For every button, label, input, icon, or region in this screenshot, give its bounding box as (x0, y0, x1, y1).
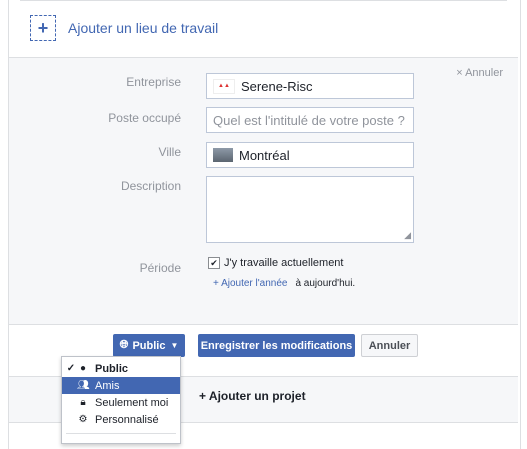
friends-icon: 👥︎ (77, 380, 90, 391)
add-workplace-row[interactable]: + Ajouter un lieu de travail (30, 15, 218, 41)
currently-working-row[interactable]: ✔ J'y travaille actuellement (208, 257, 344, 269)
privacy-option-friends[interactable]: 👥︎ Amis (62, 377, 180, 394)
company-logo-icon: ▲▲ (213, 78, 235, 94)
save-changes-button[interactable]: Enregistrer les modifications (198, 334, 355, 357)
privacy-button-label: Public (132, 339, 166, 352)
privacy-option-label: Amis (95, 379, 120, 392)
resize-handle-icon[interactable]: ◢ (404, 231, 411, 240)
globe-icon: ● (79, 363, 87, 374)
city-photo-icon (213, 148, 233, 162)
currently-working-label: J'y travaille actuellement (224, 257, 344, 269)
privacy-dropdown-menu: ✓ ● Public 👥︎ Amis 🔒︎ Seulement moi ⚙︎ P… (61, 356, 181, 444)
company-label: Entreprise (126, 75, 181, 89)
city-label: Ville (158, 145, 181, 159)
period-year-row: + Ajouter l'année à aujourd'hui. (213, 278, 355, 289)
workplace-form: × Annuler Entreprise ▲▲ Serene-Risc Post… (9, 57, 518, 325)
add-year-link[interactable]: + Ajouter l'année (213, 278, 287, 289)
company-field[interactable]: ▲▲ Serene-Risc (206, 73, 414, 99)
privacy-option-public[interactable]: ✓ ● Public (62, 360, 180, 377)
checkmark-icon: ✓ (66, 363, 76, 374)
description-label: Description (120, 179, 181, 193)
menu-divider (66, 433, 176, 434)
cancel-button[interactable]: Annuler (361, 334, 418, 357)
company-value: Serene-Risc (241, 78, 313, 94)
position-label: Poste occupé (108, 111, 181, 125)
privacy-option-label: Seulement moi (95, 396, 169, 409)
privacy-option-only-me[interactable]: 🔒︎ Seulement moi (62, 394, 180, 411)
currently-working-checkbox[interactable]: ✔ (208, 257, 220, 269)
caret-down-icon: ▼ (170, 341, 179, 350)
city-field[interactable]: Montréal (206, 142, 414, 168)
period-label: Période (139, 261, 181, 275)
to-today-text: à aujourd'hui. (295, 278, 356, 289)
cancel-link[interactable]: × Annuler (456, 67, 503, 79)
add-workplace-link[interactable]: Ajouter un lieu de travail (68, 20, 218, 36)
privacy-option-custom[interactable]: ⚙︎ Personnalisé (62, 411, 180, 428)
privacy-button[interactable]: 🌐︎ Public ▼ (113, 334, 185, 357)
description-textarea[interactable]: ◢ (206, 176, 414, 243)
add-project-link[interactable]: + Ajouter un projet (199, 389, 306, 403)
privacy-option-label: Public (95, 362, 129, 375)
divider (20, 0, 507, 1)
plus-icon[interactable]: + (30, 15, 56, 41)
lock-icon: 🔒︎ (80, 397, 86, 408)
gear-icon: ⚙︎ (78, 414, 88, 425)
divider (9, 324, 518, 325)
globe-icon: 🌐︎ (119, 339, 129, 351)
position-placeholder: Quel est l'intitulé de votre poste ? (213, 112, 405, 128)
city-value: Montréal (239, 147, 290, 163)
position-field[interactable]: Quel est l'intitulé de votre poste ? (206, 107, 414, 133)
privacy-option-label: Personnalisé (95, 413, 159, 426)
